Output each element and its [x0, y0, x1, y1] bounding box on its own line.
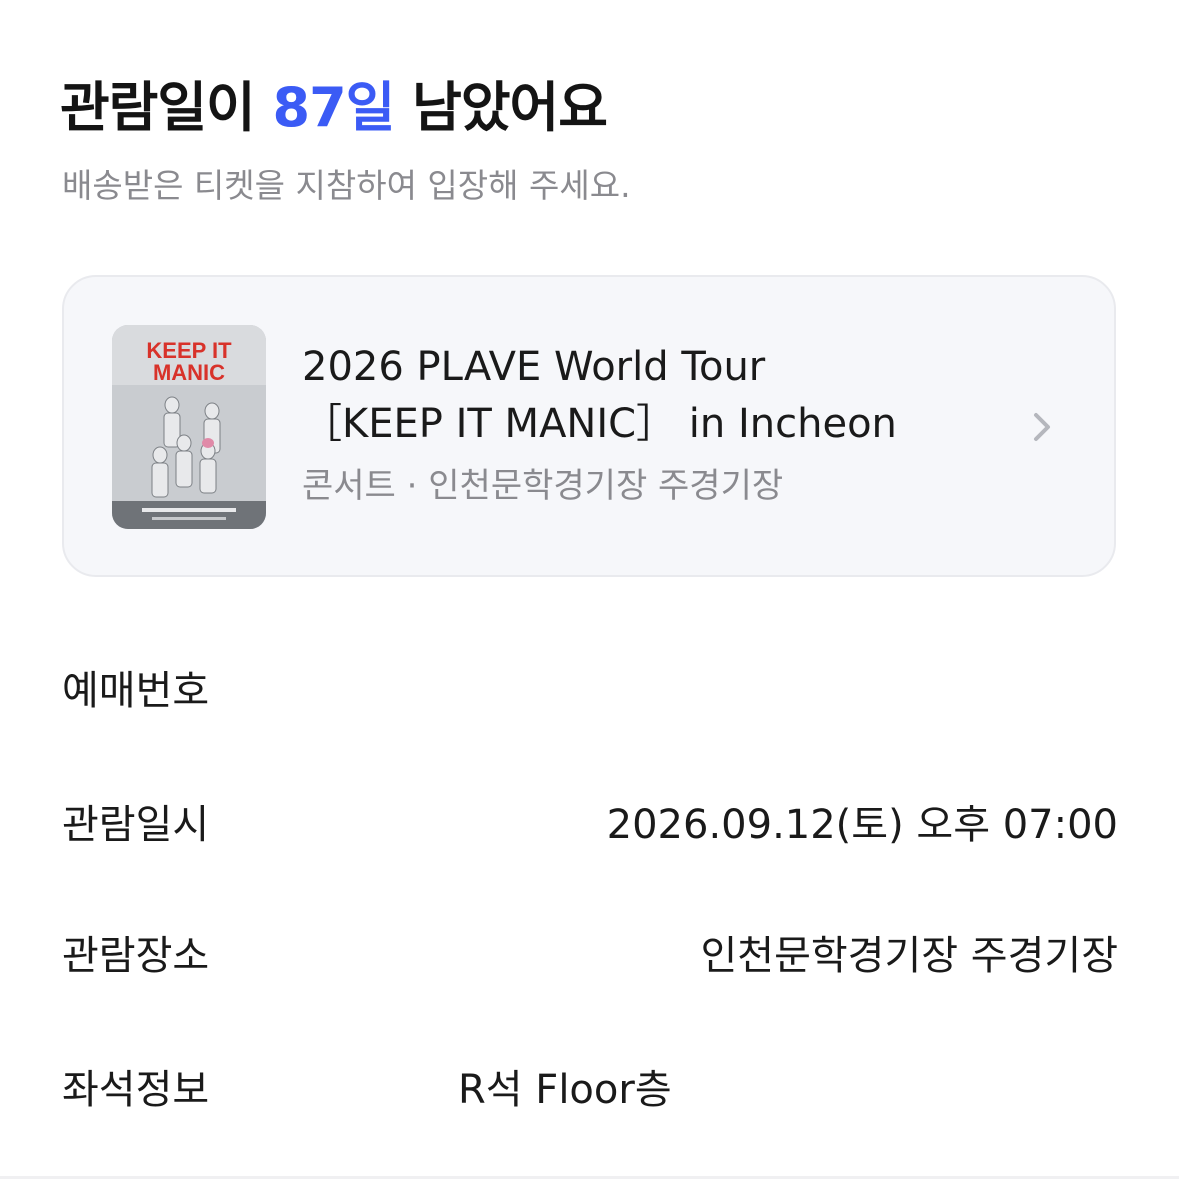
- seat-label: 좌석정보: [62, 1067, 210, 1113]
- booking-number-row: 예매번호: [62, 661, 1118, 721]
- event-card[interactable]: KEEP IT MANIC 2026 PLAVE World Tour ［KEE…: [62, 275, 1116, 577]
- event-title: 2026 PLAVE World Tour ［KEEP IT MANIC］ in…: [302, 339, 1022, 453]
- datetime-label: 관람일시: [62, 802, 210, 848]
- seat-value: R석 Floor층: [458, 1067, 672, 1113]
- poster-title-line2: MANIC: [153, 360, 225, 385]
- event-title-line2: ［KEEP IT MANIC］ in Incheon: [302, 401, 897, 447]
- event-category-venue: 콘서트 · 인천문학경기장 주경기장: [302, 466, 784, 506]
- page-title: 관람일이 87일 남았어요: [60, 72, 608, 144]
- seat-row: 좌석정보 R석 Floor층: [62, 1060, 1118, 1120]
- datetime-row: 관람일시 2026.09.12(토) 오후 07:00: [62, 795, 1118, 855]
- venue-value: 인천문학경기장 주경기장: [700, 933, 1118, 979]
- chevron-right-icon: [1034, 413, 1050, 441]
- booking-number-label: 예매번호: [62, 668, 210, 714]
- title-prefix: 관람일이: [60, 76, 273, 139]
- page-subtitle: 배송받은 티켓을 지참하여 입장해 주세요.: [62, 166, 631, 205]
- title-suffix: 남았어요: [394, 76, 608, 139]
- event-title-line1: 2026 PLAVE World Tour: [302, 344, 766, 390]
- venue-label: 관람장소: [62, 933, 210, 979]
- days-remaining: 87일: [272, 76, 396, 139]
- event-poster: KEEP IT MANIC: [112, 325, 266, 529]
- venue-row: 관람장소 인천문학경기장 주경기장: [62, 926, 1118, 986]
- datetime-value: 2026.09.12(토) 오후 07:00: [606, 802, 1118, 848]
